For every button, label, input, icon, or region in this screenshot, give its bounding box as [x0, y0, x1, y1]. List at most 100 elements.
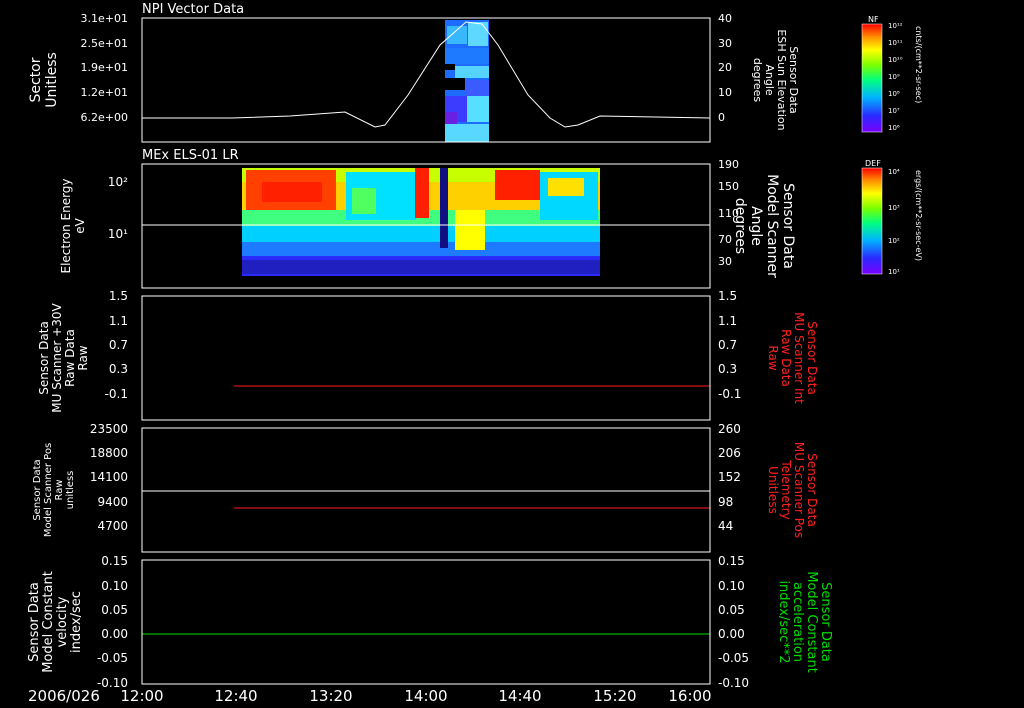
tick-label: 30 — [718, 255, 732, 268]
tick-label: -0.1 — [718, 387, 741, 401]
left-ticks: 23500 18800 14100 9400 4700 — [90, 422, 128, 533]
npi-spec-block — [467, 96, 489, 122]
npi-spec-block — [465, 80, 489, 96]
axis-label-line: Unitless — [766, 466, 780, 514]
left-axis-label: Electron Energy eV — [59, 178, 87, 273]
colorbar-tick: 10¹² — [888, 22, 903, 30]
npi-spec-block — [455, 66, 489, 78]
axis-label-line: degrees — [751, 58, 764, 103]
axis-label-line: Sensor Data — [32, 459, 43, 520]
els-spectrogram — [242, 168, 600, 276]
right-axis-label: Sensor Data Model Constant acceleration … — [776, 571, 833, 673]
right-axis-label: Sensor Data Model Scanner Angle degrees — [732, 174, 796, 278]
axis-label-line: Raw — [76, 345, 90, 370]
tick-label: 1.1 — [109, 314, 128, 328]
axis-label-line: degrees — [732, 198, 748, 254]
right-axis-label: Sensor Data MU Scanner Int Raw Data Raw — [766, 312, 819, 404]
tick-label: 98 — [718, 495, 733, 509]
tick-label: 18800 — [90, 446, 128, 460]
colorbar-def: DEF 10⁴ 10³ 10² 10¹ ergs/(cm**2-sr-sec-e… — [861, 159, 923, 276]
axis-label-line: Raw Data — [63, 329, 77, 387]
npi-spec-block — [445, 124, 489, 142]
axis-label-line: Raw — [766, 345, 780, 370]
npi-spectrogram — [445, 20, 489, 142]
tick-label: 0.05 — [101, 603, 128, 617]
left-axis-label: Sector Unitless — [28, 52, 60, 108]
tick-label: 0.05 — [718, 603, 745, 617]
axis-label-line: Sensor Data — [805, 321, 819, 395]
tick-label: 10² — [108, 175, 128, 189]
tick-label: -0.05 — [718, 651, 749, 665]
x-tick-label: 15:20 — [593, 687, 636, 705]
tick-label: 1.9e+01 — [81, 61, 128, 74]
tick-label: 0.10 — [718, 579, 745, 593]
tick-label: 20 — [718, 61, 732, 74]
colorbar-tick: 10⁸ — [888, 90, 900, 98]
els-hot — [262, 182, 322, 202]
els-hot — [415, 168, 429, 218]
els-dark — [440, 168, 448, 248]
panel-pos: 23500 18800 14100 9400 4700 260 206 152 … — [32, 422, 819, 553]
multi-panel-plot: NPI Vector Data 3.1e+01 2.5e+01 1.9e+01 … — [27, 2, 923, 705]
tick-label: 0.10 — [101, 579, 128, 593]
tick-label: 1.1 — [718, 314, 737, 328]
colorbar-tick: 10¹¹ — [888, 39, 903, 47]
els-band — [242, 226, 600, 242]
tick-label: 190 — [718, 158, 739, 171]
tick-label: 0.3 — [718, 362, 737, 376]
axis-label-line: Telemetry — [779, 459, 793, 519]
tick-label: 6.2e+00 — [81, 111, 128, 124]
npi-spec-block — [445, 78, 465, 90]
left-axis-label: Sensor Data Model Scanner Pos Raw unitle… — [32, 443, 76, 537]
els-mid — [455, 210, 485, 250]
els-mid — [352, 188, 376, 214]
axis-label-line: Model Constant — [41, 571, 56, 673]
colorbar-gradient — [861, 23, 883, 133]
tick-label: 150 — [718, 180, 739, 193]
tick-label: -0.10 — [718, 676, 749, 690]
right-axis-label: Sensor Data MU Scanner Pos Telemetry Uni… — [766, 442, 819, 538]
axis-label-line: Sensor Data — [805, 453, 819, 527]
panel-npi: NPI Vector Data 3.1e+01 2.5e+01 1.9e+01 … — [28, 2, 800, 143]
right-ticks: 260 206 152 98 44 — [718, 422, 741, 533]
axis-label-line: velocity — [55, 596, 70, 647]
npi-spec-block — [468, 22, 488, 46]
tick-label: 0.7 — [109, 338, 128, 352]
axis-label-line: MU Scanner Int — [792, 312, 806, 404]
els-band — [242, 242, 600, 256]
tick-label: 260 — [718, 422, 741, 436]
tick-label: 14100 — [90, 470, 128, 484]
colorbar-tick: 10¹ — [888, 268, 900, 276]
axis-label-line: Sensor Data — [37, 321, 51, 395]
colorbar-tick: 10⁹ — [888, 73, 900, 81]
axis-label-line: Unitless — [44, 52, 60, 108]
x-tick-label: 12:40 — [214, 687, 257, 705]
colorbar-tick: 10³ — [888, 204, 900, 212]
colorbar-unit: ergs/(cm**2-sr-sec-eV) — [914, 170, 923, 261]
npi-spec-block — [445, 48, 489, 64]
panel-title: MEx ELS-01 LR — [142, 148, 239, 163]
date-label: 2006/026 — [28, 687, 100, 705]
panel-frame — [141, 295, 711, 421]
panel-title: NPI Vector Data — [142, 2, 244, 17]
axis-label-line: index/sec — [69, 591, 84, 653]
axis-label-line: unitless — [65, 471, 76, 510]
panel-vel: 0.15 0.10 0.05 0.00 -0.05 -0.10 0.15 0.1… — [27, 554, 833, 690]
tick-label: 4700 — [97, 519, 128, 533]
colorbar-tick: 10¹⁰ — [888, 56, 903, 64]
axis-label-line: Sensor Data — [27, 582, 42, 662]
npi-spec-block — [447, 26, 467, 44]
axis-label-line: Sector — [28, 57, 44, 102]
left-ticks: 10² 10¹ — [108, 175, 128, 241]
colorbar-tick: 10⁴ — [888, 168, 900, 176]
els-bottom — [242, 260, 600, 274]
tick-label: 206 — [718, 446, 741, 460]
colorbar-title: DEF — [865, 159, 881, 168]
tick-label: 9400 — [97, 495, 128, 509]
tick-label: 23500 — [90, 422, 128, 436]
npi-spec-block — [445, 112, 457, 124]
colorbar-tick: 10⁶ — [888, 124, 900, 132]
right-ticks: 0.15 0.10 0.05 0.00 -0.05 -0.10 — [718, 554, 749, 690]
tick-label: 0.7 — [718, 338, 737, 352]
colorbar-tick: 10⁷ — [888, 107, 900, 115]
